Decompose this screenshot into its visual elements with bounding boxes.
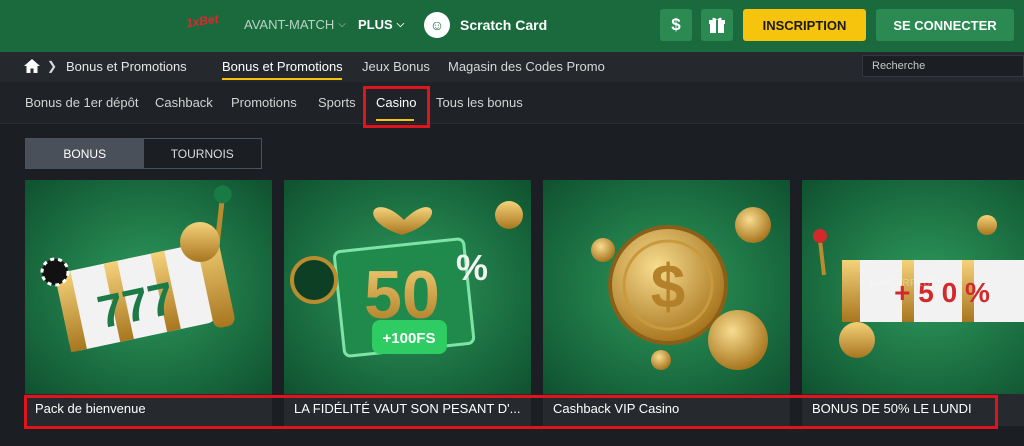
coin-symbol-text: $ (651, 253, 685, 322)
card-image-gold-coins: $ (543, 180, 790, 394)
scratch-card-label: Scratch Card (460, 17, 548, 33)
gift-button[interactable] (701, 9, 733, 41)
nav-plus-label: PLUS (358, 17, 393, 32)
card-image-gift-box: 50 % +100FS (284, 180, 531, 394)
nav-avant-match-label: AVANT-MATCH (244, 17, 335, 32)
chevron-down-icon: ⌵ (338, 19, 346, 30)
nav-plus[interactable]: PLUS ⌵ (358, 17, 404, 32)
category-all-bonuses[interactable]: Tous les bonus (436, 95, 523, 110)
tab-bonus-promotions[interactable]: Bonus et Promotions (222, 59, 343, 74)
card-titles-highlight-box (24, 395, 998, 429)
tab-jeux-bonus[interactable]: Jeux Bonus (362, 59, 430, 74)
category-cashback[interactable]: Cashback (155, 95, 213, 110)
card-badge-free-spins: +100FS (383, 330, 436, 347)
top-header: 1xBet AVANT-MATCH ⌵ PLUS ⌵ ☺ Scratch Car… (0, 0, 1024, 52)
category-first-deposit[interactable]: Bonus de 1er dépôt (25, 95, 138, 110)
dollar-icon: $ (671, 15, 681, 34)
deposit-button[interactable]: $ (660, 9, 692, 41)
toggle-bonus[interactable]: BONUS (26, 139, 144, 168)
promo-card[interactable]: + 5 0 % BONUS DE 50% LE LUNDI (802, 180, 1024, 426)
casino-highlight-box (363, 86, 430, 128)
category-promotions[interactable]: Promotions (231, 95, 297, 110)
signup-button[interactable]: INSCRIPTION (743, 9, 866, 41)
login-button[interactable]: SE CONNECTER (876, 9, 1014, 41)
brand-logo[interactable]: 1xBet (185, 12, 219, 30)
login-button-label: SE CONNECTER (893, 17, 997, 33)
home-icon[interactable] (24, 59, 40, 73)
signup-button-label: INSCRIPTION (762, 17, 847, 33)
nav-avant-match[interactable]: AVANT-MATCH ⌵ (244, 17, 346, 32)
toggle-tournaments[interactable]: TOURNOIS (144, 139, 262, 168)
breadcrumb-current[interactable]: Bonus et Promotions (66, 59, 187, 74)
bonus-tournament-toggle: BONUS TOURNOIS (25, 138, 262, 169)
chevron-down-icon: ⌵ (396, 19, 405, 30)
tab-promo-code-store[interactable]: Magasin des Codes Promo (448, 59, 605, 74)
card-art-percent: % (456, 247, 488, 288)
watermark-text: SAVOIRPLUS (870, 278, 939, 289)
gift-icon (709, 17, 725, 33)
category-sports[interactable]: Sports (318, 95, 356, 110)
chevron-right-icon: ❯ (47, 59, 58, 73)
search-input[interactable] (862, 55, 1024, 77)
promo-card[interactable]: $ Cashback VIP Casino (543, 180, 790, 426)
category-tabs: Bonus de 1er dépôt Cashback Promotions S… (0, 82, 1024, 124)
card-image-slot-machine: 777 (25, 180, 272, 394)
promo-card[interactable]: 50 % +100FS LA FIDÉLITÉ VAUT SON PESANT … (284, 180, 531, 426)
promo-card[interactable]: 777 Pack de bienvenue (25, 180, 272, 426)
active-tab-underline (222, 78, 342, 80)
scratch-card-link[interactable]: ☺ Scratch Card (424, 12, 547, 38)
scratch-card-icon: ☺ (424, 12, 450, 38)
